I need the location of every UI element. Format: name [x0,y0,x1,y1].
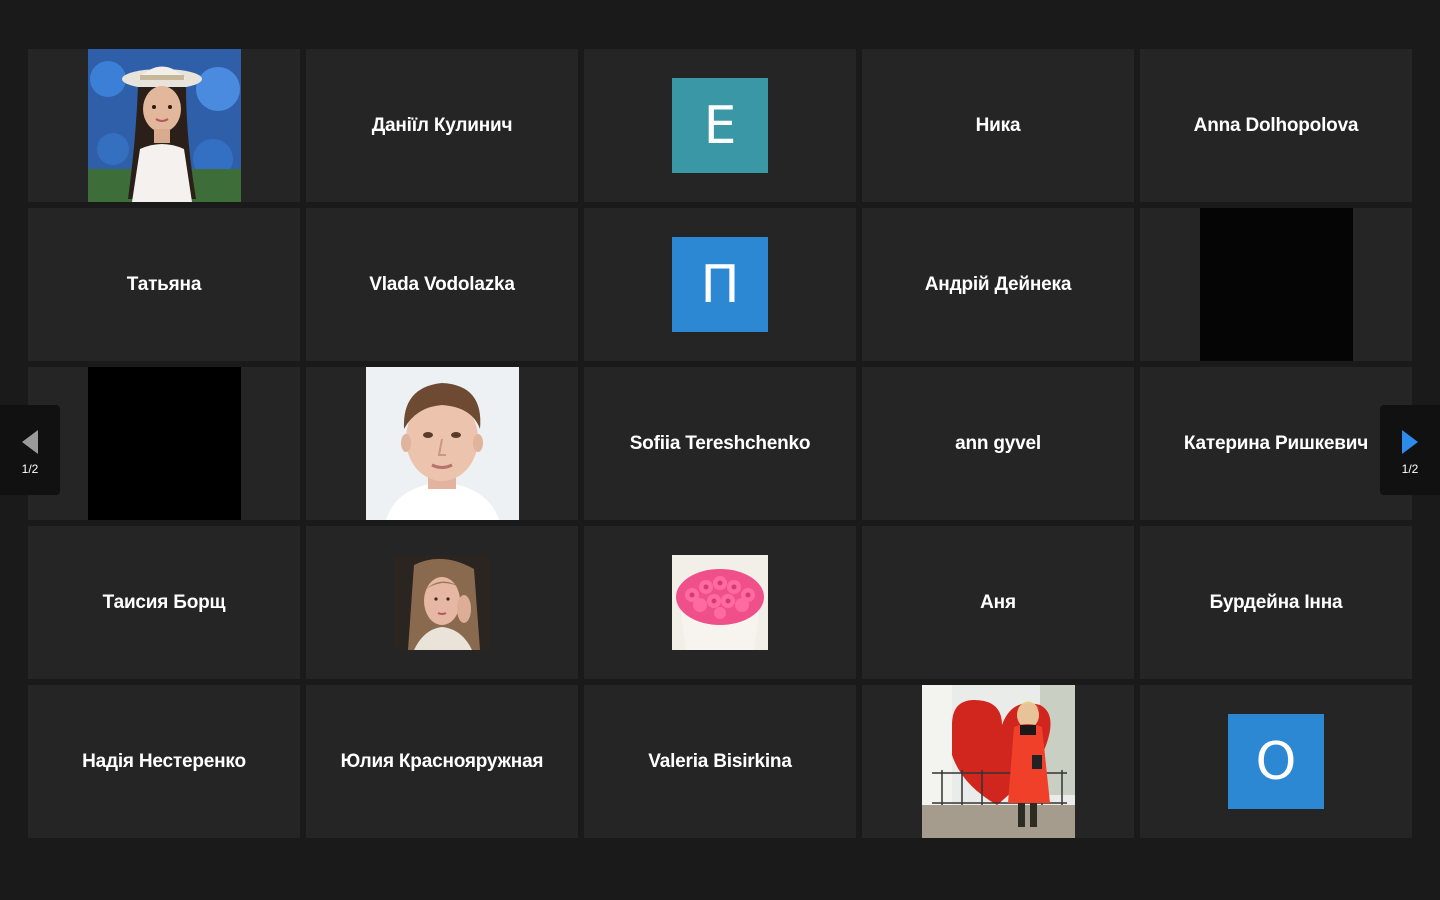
prev-page-indicator: 1/2 [21,462,39,476]
participant-initial-avatar: E [672,78,768,173]
participant-tile[interactable]: П [584,208,856,361]
participant-tile[interactable]: Даніїл Кулинич [306,49,578,202]
participant-name: Катерина Ришкевич [1183,432,1369,454]
participant-avatar-boy-portrait [365,367,519,520]
participant-tile[interactable]: Vlada Vodolazka [306,208,578,361]
participant-tile[interactable] [28,49,300,202]
participant-tile[interactable]: Аня [862,526,1134,679]
participant-grid: Даніїл Кулинич E Ника Anna Dolhopolova Татья… [28,49,1412,838]
participant-name: Татьяна [126,273,202,295]
participant-tile[interactable]: Таисия Борщ [28,526,300,679]
participant-name: Anna Dolhopolova [1193,114,1359,136]
participant-name: Vlada Vodolazka [369,273,515,295]
participant-tile[interactable] [584,526,856,679]
participant-tile[interactable]: Андрій Дейнека [862,208,1134,361]
participant-tile[interactable]: Катерина Ришкевич [1140,367,1412,520]
participant-initial-avatar: O [1228,714,1324,809]
participant-initial-avatar: П [672,237,768,332]
participant-avatar-pink-roses [672,555,768,650]
participant-name: Sofiia Tereshchenko [629,432,811,454]
participant-name: Юлия Краснояружная [340,750,544,772]
participant-name: Аня [980,591,1016,613]
chevron-right-icon [1402,430,1418,454]
participant-name: Андрій Дейнека [924,273,1072,295]
participant-avatar-dark [1199,208,1353,361]
participant-name: Бурдейна Інна [1209,591,1343,613]
participant-tile[interactable]: Юлия Краснояружная [306,685,578,838]
participant-avatar-girl-selfie [394,555,490,650]
participant-tile[interactable]: Anna Dolhopolova [1140,49,1412,202]
participant-tile[interactable]: Бурдейна Інна [1140,526,1412,679]
participant-tile[interactable]: E [584,49,856,202]
participant-tile[interactable] [1140,208,1412,361]
chevron-left-icon [22,430,38,454]
participant-name: ann gyvel [955,432,1041,454]
participant-avatar-woman-red-heart [921,685,1075,838]
next-page-indicator: 1/2 [1401,462,1419,476]
participant-tile[interactable] [306,526,578,679]
participant-avatar-black [87,367,241,520]
participant-tile[interactable] [862,685,1134,838]
participant-avatar-girl-hat-flowers [87,49,241,202]
participant-tile[interactable]: Sofiia Tereshchenko [584,367,856,520]
next-page-button[interactable]: 1/2 [1380,405,1440,495]
participant-tile[interactable]: Valeria Bisirkina [584,685,856,838]
participant-name: Valeria Bisirkina [648,750,792,772]
prev-page-button[interactable]: 1/2 [0,405,60,495]
participant-name: Даніїл Кулинич [371,114,513,136]
participant-tile[interactable]: Татьяна [28,208,300,361]
participant-tile[interactable] [28,367,300,520]
participant-tile[interactable] [306,367,578,520]
participant-tile[interactable]: Ника [862,49,1134,202]
participant-tile[interactable]: Надія Нестеренко [28,685,300,838]
participant-name: Надія Нестеренко [82,750,246,772]
participant-name: Таисия Борщ [102,591,226,613]
participant-tile[interactable]: ann gyvel [862,367,1134,520]
participant-name: Ника [975,114,1021,136]
participant-tile[interactable]: O [1140,685,1412,838]
